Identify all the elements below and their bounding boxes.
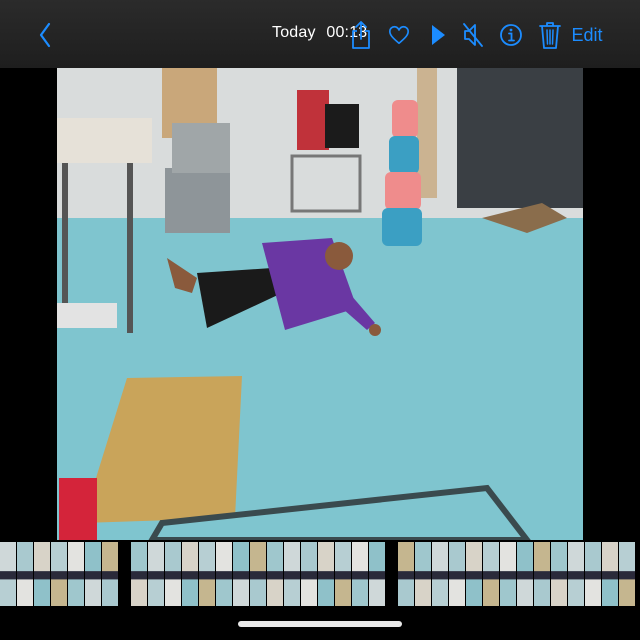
heart-icon <box>389 25 409 45</box>
filmstrip-frame[interactable] <box>369 542 385 606</box>
filmstrip-frame[interactable] <box>165 542 181 606</box>
play-button[interactable] <box>423 18 453 52</box>
filmstrip-frame[interactable] <box>284 542 300 606</box>
filmstrip-frame[interactable] <box>148 542 164 606</box>
trash-icon <box>539 22 561 49</box>
filmstrip-frame[interactable] <box>68 542 84 606</box>
filmstrip-thumbnails[interactable] <box>0 542 640 606</box>
filmstrip-frame[interactable] <box>17 542 33 606</box>
filmstrip-frame[interactable] <box>51 542 67 606</box>
filmstrip-frame[interactable] <box>216 542 232 606</box>
filmstrip-frame[interactable] <box>449 542 465 606</box>
chevron-left-icon <box>39 22 51 48</box>
filmstrip-gap <box>386 542 398 606</box>
mute-icon <box>463 23 483 47</box>
filmstrip-frame[interactable] <box>415 542 431 606</box>
filmstrip-frame[interactable] <box>250 542 266 606</box>
share-button[interactable] <box>346 18 376 52</box>
filmstrip-frame[interactable] <box>352 542 368 606</box>
filmstrip-frame[interactable] <box>131 542 147 606</box>
filmstrip-frame[interactable] <box>85 542 101 606</box>
delete-button[interactable] <box>535 18 565 52</box>
filmstrip-frame[interactable] <box>335 542 351 606</box>
filmstrip-frame[interactable] <box>182 542 198 606</box>
video-frame-image <box>57 68 583 540</box>
filmstrip-frame[interactable] <box>233 542 249 606</box>
filmstrip-frame[interactable] <box>34 542 50 606</box>
home-indicator[interactable] <box>238 621 402 627</box>
filmstrip-frame[interactable] <box>619 542 635 606</box>
filmstrip-frame[interactable] <box>585 542 601 606</box>
filmstrip-frame[interactable] <box>318 542 334 606</box>
filmstrip-frame[interactable] <box>199 542 215 606</box>
play-icon <box>432 25 445 45</box>
share-icon <box>352 21 370 49</box>
info-icon <box>500 24 522 46</box>
filmstrip-frame[interactable] <box>500 542 516 606</box>
back-button[interactable] <box>30 18 60 52</box>
date-label: Today <box>272 24 316 41</box>
favorite-button[interactable] <box>384 18 414 52</box>
filmstrip-frame[interactable] <box>432 542 448 606</box>
filmstrip-frame[interactable] <box>102 542 118 606</box>
video-player[interactable] <box>57 68 583 540</box>
edit-button[interactable]: Edit <box>570 18 604 52</box>
mute-button[interactable] <box>458 18 488 52</box>
top-toolbar: Today 00:13 Edit <box>0 0 640 68</box>
filmstrip-frame[interactable] <box>267 542 283 606</box>
filmstrip-frame[interactable] <box>0 542 16 606</box>
filmstrip-frame[interactable] <box>466 542 482 606</box>
filmstrip-frame[interactable] <box>301 542 317 606</box>
filmstrip-frame[interactable] <box>568 542 584 606</box>
info-button[interactable] <box>496 18 526 52</box>
filmstrip-frame[interactable] <box>534 542 550 606</box>
filmstrip-frame[interactable] <box>483 542 499 606</box>
filmstrip-frame[interactable] <box>602 542 618 606</box>
filmstrip-frame[interactable] <box>517 542 533 606</box>
filmstrip-gap <box>119 542 131 606</box>
filmstrip-frame[interactable] <box>398 542 414 606</box>
filmstrip-frame[interactable] <box>551 542 567 606</box>
